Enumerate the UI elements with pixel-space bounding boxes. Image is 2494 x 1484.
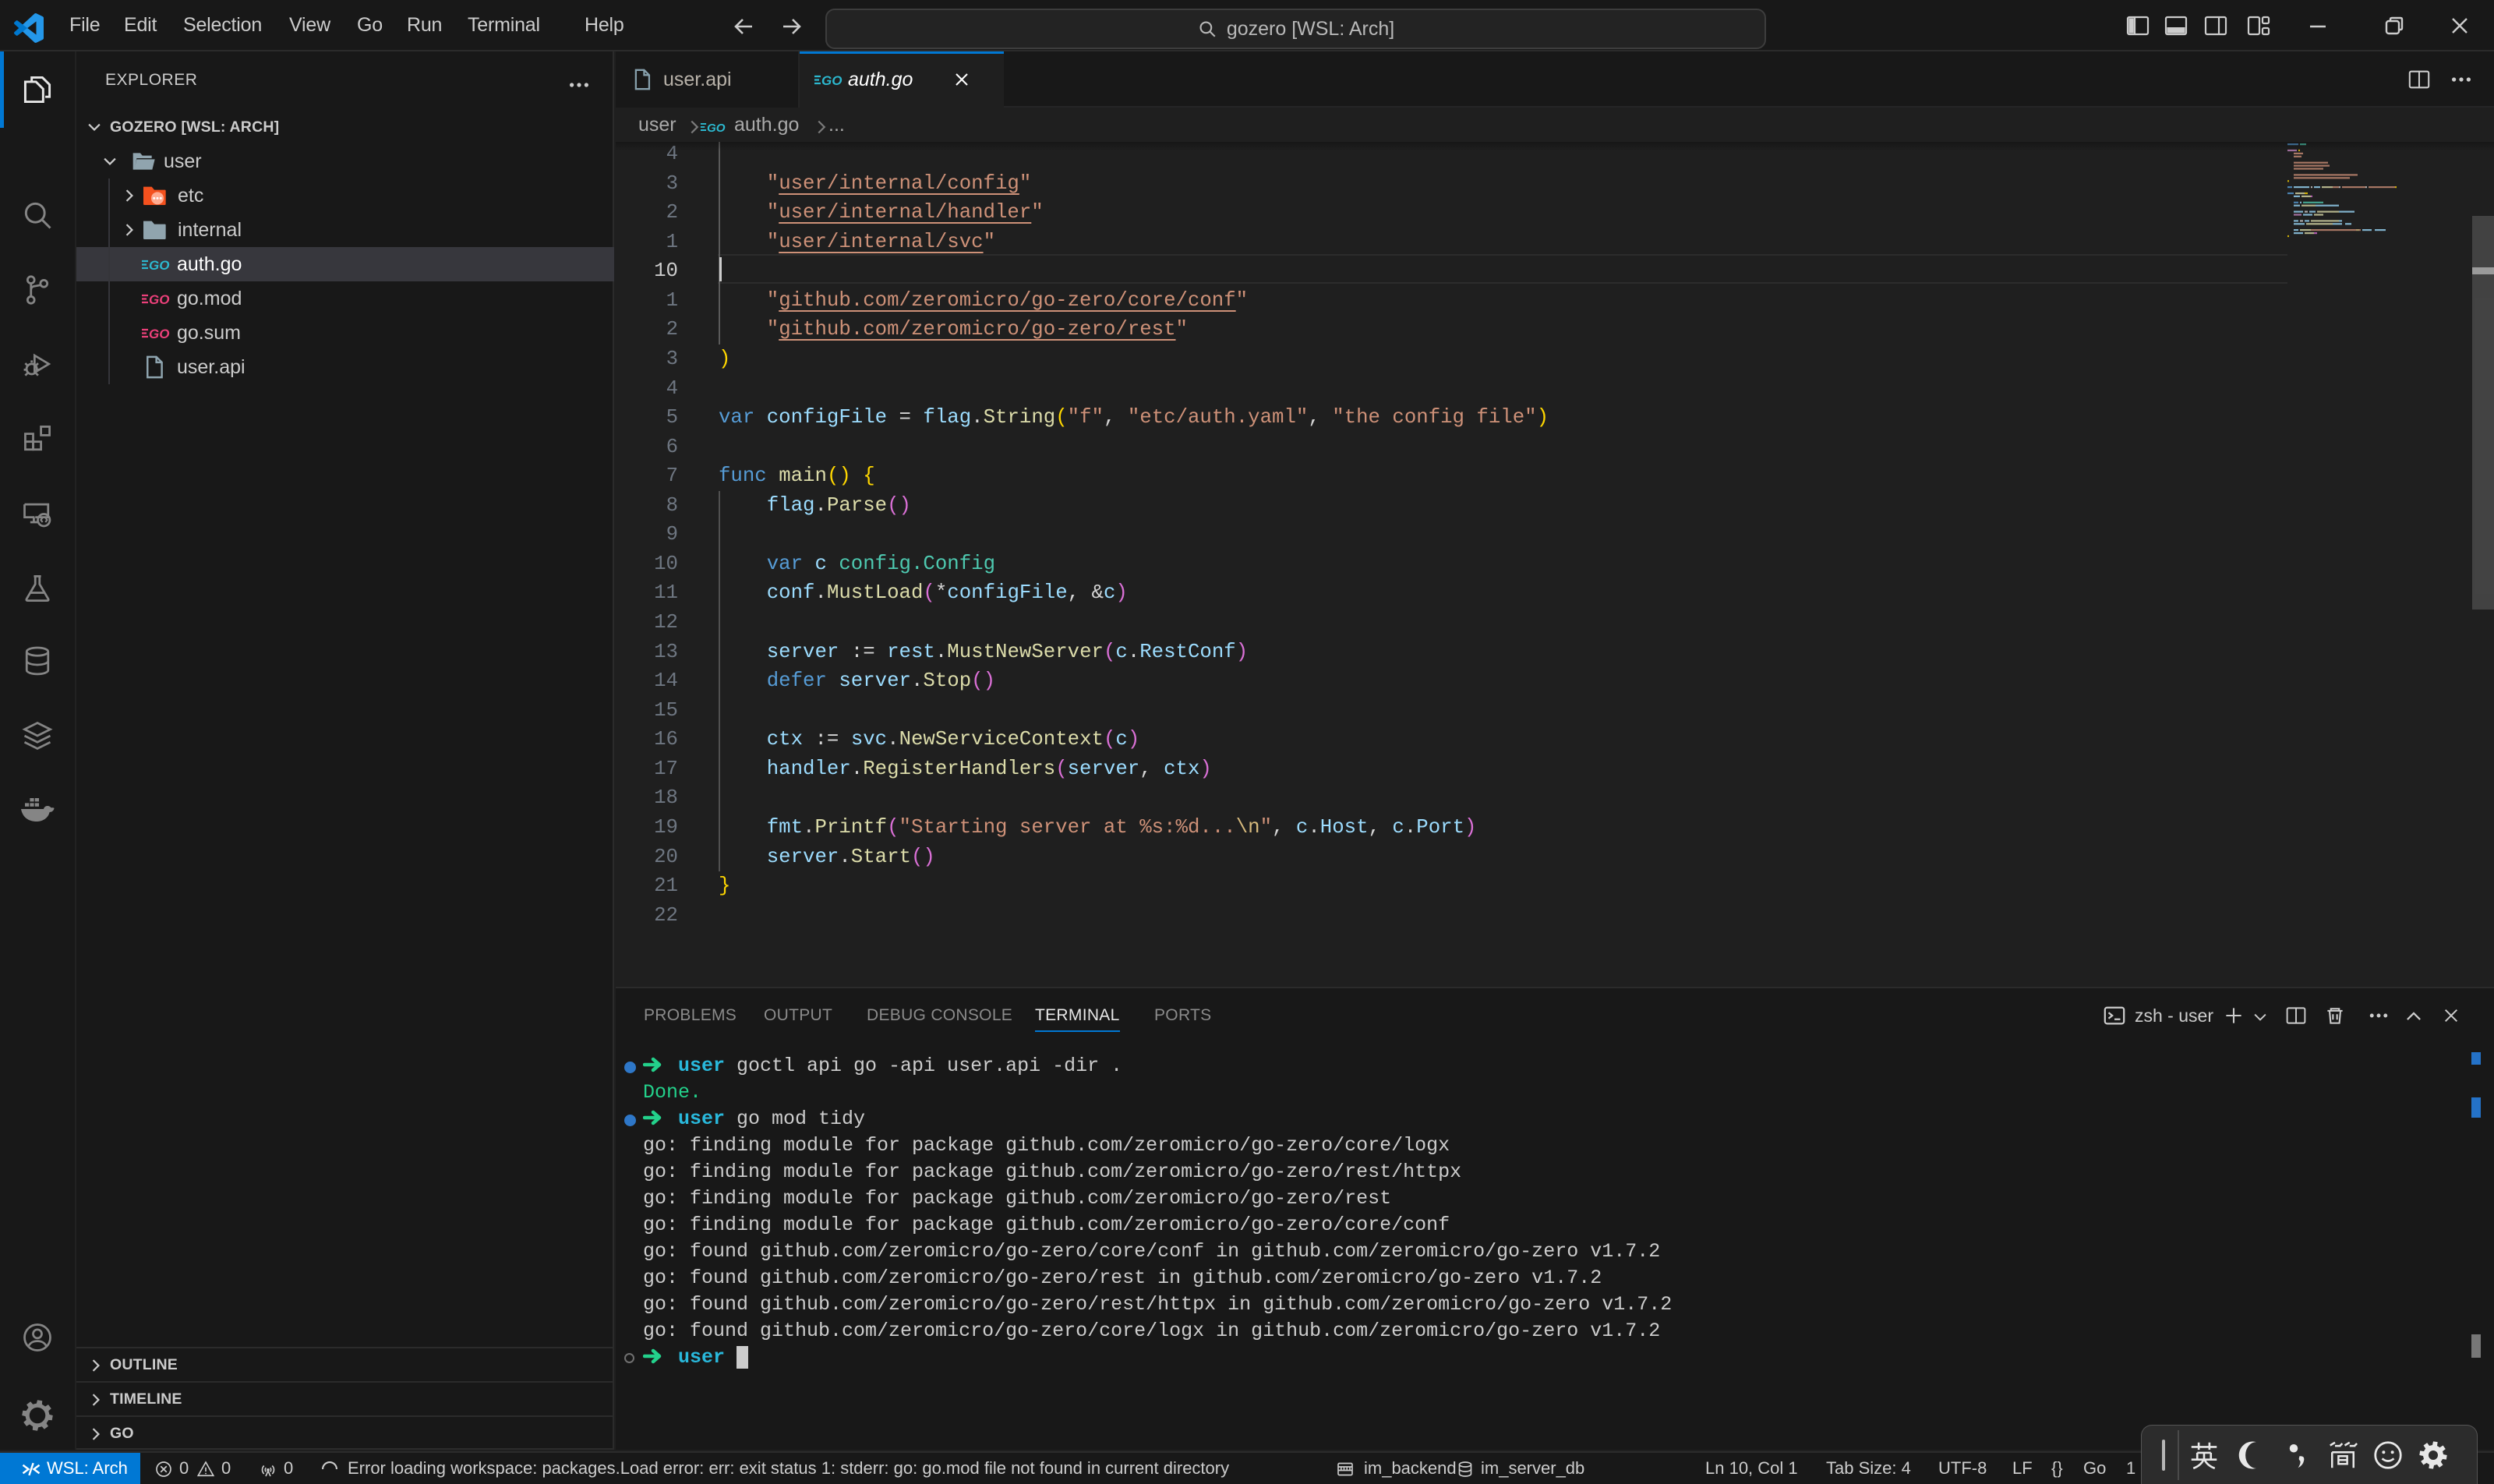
svg-text:GO: GO [821,73,842,88]
svg-text:GO: GO [149,327,169,341]
svg-text:GO: GO [149,292,169,307]
svg-text:GO: GO [149,258,169,273]
svg-text:GO: GO [707,122,726,135]
